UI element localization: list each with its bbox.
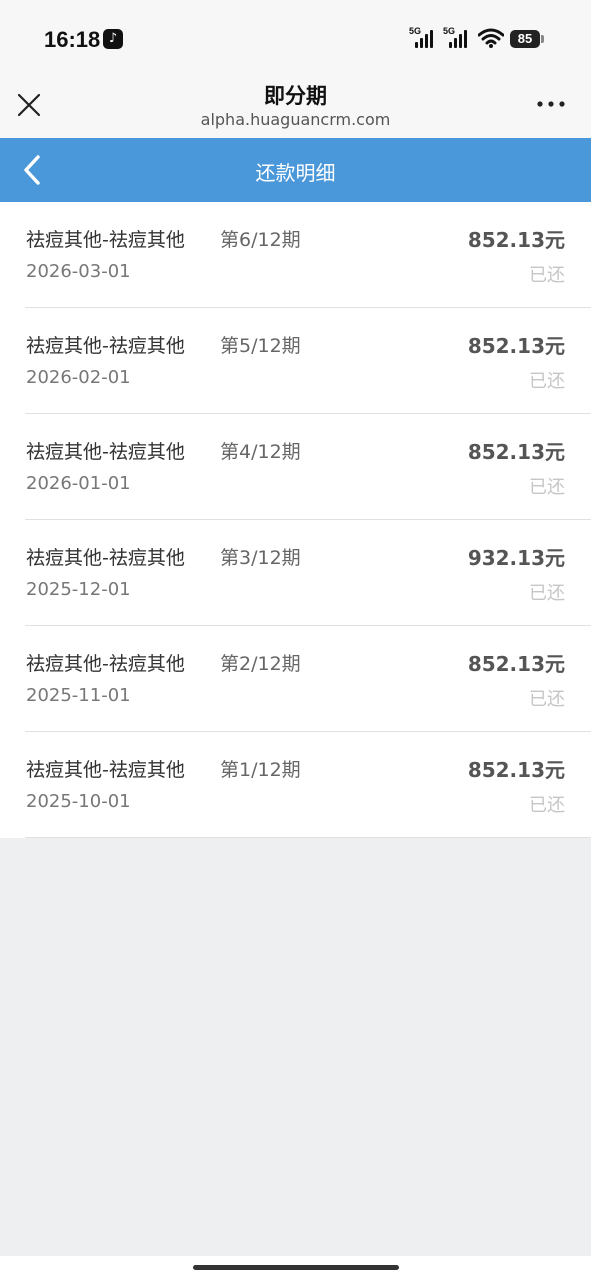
repayment-row[interactable]: 祛痘其他-祛痘其他 第2/12期 2025-11-01 852.13元 已还	[0, 626, 591, 732]
nav-title: 还款明细	[255, 161, 336, 185]
home-indicator[interactable]	[193, 1265, 399, 1270]
item-status: 已还	[529, 477, 565, 498]
item-status: 已还	[529, 265, 565, 286]
item-date: 2025-11-01	[26, 685, 131, 706]
item-amount: 852.13元	[467, 334, 565, 358]
item-period: 第2/12期	[220, 653, 301, 675]
battery-tip	[541, 35, 544, 43]
wifi-icon	[478, 28, 504, 48]
status-bar: 16:18 ♪ 5G 5G 85	[0, 0, 591, 76]
item-name: 祛痘其他-祛痘其他	[26, 441, 185, 463]
status-time: 16:18	[44, 27, 101, 52]
item-status: 已还	[529, 795, 565, 816]
repayment-row[interactable]: 祛痘其他-祛痘其他 第6/12期 2026-03-01 852.13元 已还	[0, 202, 591, 308]
item-date: 2026-01-01	[26, 473, 131, 494]
item-period: 第5/12期	[220, 335, 301, 357]
item-status: 已还	[529, 689, 565, 710]
page-url: alpha.huaguancrm.com	[200, 110, 391, 129]
item-name: 祛痘其他-祛痘其他	[26, 547, 185, 569]
item-name: 祛痘其他-祛痘其他	[26, 229, 185, 251]
item-date: 2025-12-01	[26, 579, 131, 600]
item-date: 2025-10-01	[26, 791, 131, 812]
tiktok-notification-icon: ♪	[103, 29, 123, 49]
item-name: 祛痘其他-祛痘其他	[26, 335, 185, 357]
home-area	[0, 1256, 591, 1280]
repayment-row[interactable]: 祛痘其他-祛痘其他 第4/12期 2026-01-01 852.13元 已还	[0, 414, 591, 520]
repayment-row[interactable]: 祛痘其他-祛痘其他 第3/12期 2025-12-01 932.13元 已还	[0, 520, 591, 626]
item-period: 第6/12期	[220, 229, 301, 251]
battery-icon: 85	[510, 30, 540, 48]
item-amount: 932.13元	[467, 546, 565, 570]
item-name: 祛痘其他-祛痘其他	[26, 759, 185, 781]
repayment-row[interactable]: 祛痘其他-祛痘其他 第1/12期 2025-10-01 852.13元 已还	[0, 732, 591, 838]
item-status: 已还	[529, 371, 565, 392]
cellular-signal-1-icon: 5G	[409, 26, 439, 48]
browser-header: 即分期 alpha.huaguancrm.com	[0, 76, 591, 138]
page-title: 即分期	[264, 84, 327, 108]
repayment-row[interactable]: 祛痘其他-祛痘其他 第5/12期 2026-02-01 852.13元 已还	[0, 308, 591, 414]
cellular-signal-2-icon: 5G	[443, 26, 473, 48]
item-amount: 852.13元	[467, 440, 565, 464]
repayment-list: 祛痘其他-祛痘其他 第6/12期 2026-03-01 852.13元 已还 祛…	[0, 202, 591, 838]
item-date: 2026-02-01	[26, 367, 131, 388]
item-period: 第1/12期	[220, 759, 301, 781]
nav-bar: 还款明细	[0, 138, 591, 202]
item-date: 2026-03-01	[26, 261, 131, 282]
item-amount: 852.13元	[467, 652, 565, 676]
more-options-icon[interactable]	[532, 94, 572, 114]
item-status: 已还	[529, 583, 565, 604]
item-amount: 852.13元	[467, 228, 565, 252]
item-period: 第3/12期	[220, 547, 301, 569]
item-amount: 852.13元	[467, 758, 565, 782]
item-period: 第4/12期	[220, 441, 301, 463]
item-name: 祛痘其他-祛痘其他	[26, 653, 185, 675]
